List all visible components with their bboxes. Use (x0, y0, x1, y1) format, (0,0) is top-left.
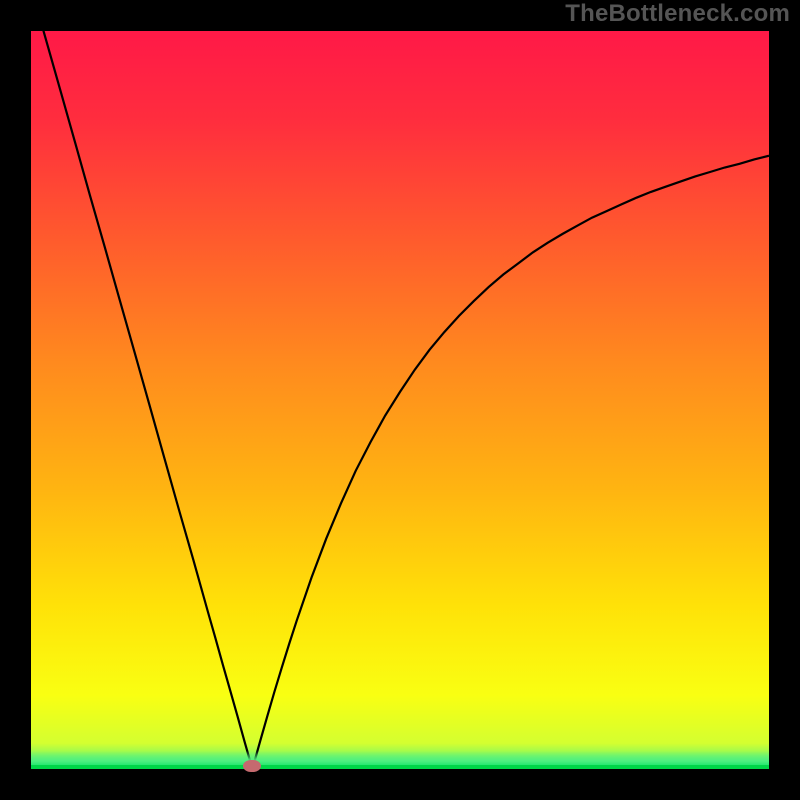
chart-frame: TheBottleneck.com (0, 0, 800, 800)
watermark-text: TheBottleneck.com (565, 0, 790, 28)
plot-area (31, 31, 769, 769)
chart-background (31, 31, 769, 769)
chart-svg (31, 31, 769, 769)
